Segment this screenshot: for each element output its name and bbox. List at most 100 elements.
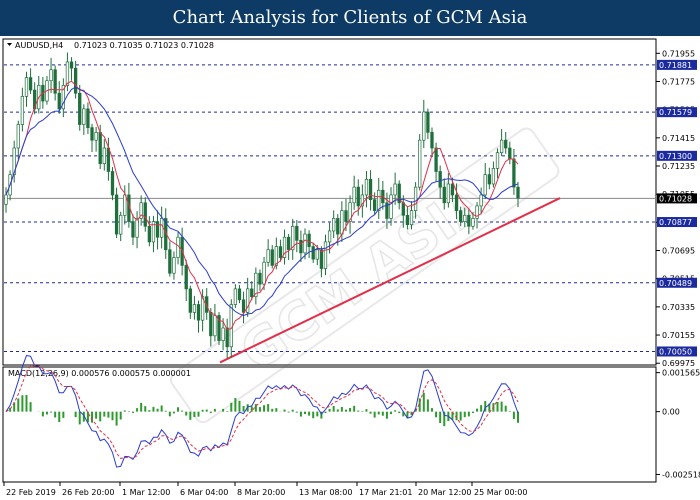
candle-body bbox=[225, 327, 229, 348]
ohlc-values: 0.71023 0.71035 0.71023 0.71028 bbox=[74, 41, 214, 50]
candle-body bbox=[295, 225, 299, 241]
macd-tick-label: -0.002518 bbox=[662, 470, 700, 479]
price-tick-label: 0.71955 bbox=[662, 49, 695, 58]
candle-body bbox=[131, 221, 135, 238]
candle-body bbox=[119, 214, 123, 235]
level-tag-label: 0.71881 bbox=[659, 61, 692, 70]
price-tick-label: 0.69975 bbox=[662, 359, 695, 368]
candle-body bbox=[372, 199, 377, 211]
candle-body bbox=[16, 124, 20, 149]
candle-body bbox=[172, 257, 176, 274]
candle-body bbox=[94, 131, 98, 141]
price-tick-label: 0.70155 bbox=[662, 331, 695, 340]
candle-body bbox=[364, 178, 369, 196]
candle-body bbox=[262, 261, 266, 285]
candle-body bbox=[303, 233, 307, 254]
time-tick-label: 6 Mar 04:00 bbox=[180, 488, 228, 497]
macd-tick-label: 0.00 bbox=[662, 408, 680, 417]
chart-header: Chart Analysis for Clients of GCM Asia bbox=[0, 0, 700, 36]
candle-body bbox=[196, 304, 201, 321]
time-tick-label: 8 Mar 20:00 bbox=[237, 488, 285, 497]
candle-body bbox=[86, 108, 90, 129]
candle-body bbox=[389, 194, 393, 219]
candle-body bbox=[106, 147, 111, 172]
candle-body bbox=[459, 210, 463, 222]
candle-body bbox=[168, 249, 172, 274]
price-axis: 0.719550.717750.715950.714150.712350.710… bbox=[656, 49, 695, 368]
time-tick-label: 20 Mar 12:00 bbox=[418, 488, 471, 497]
symbol-info: AUDUSD,H4 0.71023 0.71035 0.71023 0.7102… bbox=[7, 41, 214, 50]
candle-body bbox=[102, 147, 106, 165]
candle-body bbox=[508, 147, 512, 160]
candle-body bbox=[114, 194, 119, 235]
candle-body bbox=[90, 127, 94, 141]
price-chart: AUDUSD,H4 0.71023 0.71035 0.71023 0.7102… bbox=[2, 38, 700, 497]
candle-body bbox=[467, 214, 471, 227]
candle-body bbox=[4, 194, 8, 205]
candle-body bbox=[377, 189, 381, 211]
candle-body bbox=[356, 186, 360, 207]
candle-body bbox=[307, 233, 311, 247]
candle-body bbox=[299, 239, 303, 254]
candle-body bbox=[147, 225, 152, 243]
candle-body bbox=[250, 288, 254, 298]
candle-body bbox=[135, 218, 139, 238]
price-tick-label: 0.71415 bbox=[662, 134, 695, 143]
price-tick-label: 0.71775 bbox=[662, 77, 695, 86]
price-tick-label: 0.71235 bbox=[662, 162, 695, 171]
candle-body bbox=[188, 288, 192, 313]
level-tag-label: 0.70489 bbox=[659, 279, 692, 288]
candle-body bbox=[73, 67, 78, 94]
candle-body bbox=[483, 174, 487, 196]
candle-body bbox=[430, 131, 434, 149]
candle-body bbox=[332, 218, 336, 232]
candle-body bbox=[82, 108, 86, 125]
candle-body bbox=[401, 202, 405, 216]
candle-body bbox=[495, 152, 500, 169]
level-tag-label: 0.70877 bbox=[659, 218, 692, 227]
time-tick-label: 13 Mar 08:00 bbox=[299, 488, 352, 497]
candle-body bbox=[213, 315, 217, 337]
candle-body bbox=[504, 139, 508, 149]
candle-body bbox=[315, 249, 319, 260]
candle-body bbox=[340, 210, 344, 235]
macd-tick-label: 0.001565 bbox=[662, 369, 700, 378]
macd-axis: 0.001565 0.00 -0.002518 bbox=[656, 369, 700, 479]
level-tag-label: 0.71579 bbox=[659, 108, 692, 117]
candle-body bbox=[278, 246, 283, 258]
candle-body bbox=[258, 272, 262, 285]
candle-body bbox=[110, 171, 115, 196]
time-tick-label: 1 Mar 12:00 bbox=[122, 488, 170, 497]
candle-body bbox=[323, 241, 328, 269]
candle-body bbox=[446, 183, 451, 204]
chart-container: AUDUSD,H4 0.71023 0.71035 0.71023 0.7102… bbox=[0, 36, 700, 500]
gcm-watermark-logo: GCM ASIA bbox=[170, 127, 560, 424]
candle-body bbox=[241, 299, 246, 313]
candle-body bbox=[20, 95, 25, 125]
candle-body bbox=[286, 236, 291, 251]
chart-title: Chart Analysis for Clients of GCM Asia bbox=[172, 7, 528, 28]
current-price-label: 0.71028 bbox=[659, 194, 692, 203]
candle-body bbox=[454, 194, 459, 211]
candle-body bbox=[24, 77, 29, 97]
candle-body bbox=[311, 246, 315, 260]
level-tag-label: 0.70050 bbox=[659, 347, 692, 356]
candle-body bbox=[123, 194, 127, 216]
candle-body bbox=[463, 214, 467, 222]
candle-body bbox=[192, 304, 197, 313]
candle-body bbox=[426, 111, 430, 133]
time-tick-label: 22 Feb 2019 bbox=[6, 488, 56, 497]
dropdown-triangle-icon[interactable] bbox=[7, 43, 12, 46]
price-tags: 0.71881 0.71579 0.71300 0.70877 0.70489 0.700… bbox=[657, 59, 697, 357]
candle-body bbox=[155, 221, 160, 238]
macd-panel-frame bbox=[2, 366, 657, 483]
candle-body bbox=[434, 147, 438, 172]
candle-body bbox=[418, 139, 422, 188]
candle-body bbox=[438, 171, 442, 188]
time-tick-label: 25 Mar 00:00 bbox=[474, 488, 527, 497]
candle-body bbox=[266, 249, 270, 263]
macd-label: MACD(12,26,9) 0.000576 0.000575 0.000001 bbox=[8, 369, 191, 378]
candle-body bbox=[98, 131, 102, 165]
candle-body bbox=[319, 249, 324, 269]
candle-body bbox=[57, 92, 61, 110]
